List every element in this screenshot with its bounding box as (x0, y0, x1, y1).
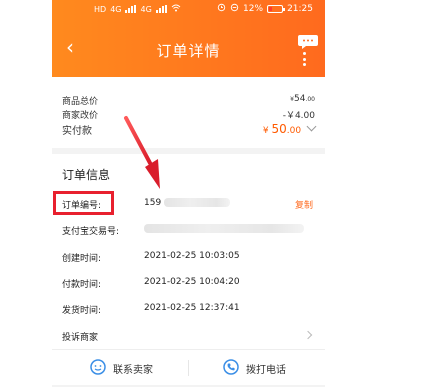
shipped-time-label: 发货时间: (62, 306, 102, 316)
contact-seller-button[interactable]: 联系卖家 (89, 358, 153, 379)
signal-2-icon (155, 5, 167, 13)
order-number-highlight (53, 191, 114, 215)
order-info-title: 订单信息 (62, 168, 111, 182)
complaint-row[interactable]: 投诉商家 (62, 330, 313, 344)
network-badge: HD (94, 4, 107, 14)
actual-paid-row[interactable]: 实付款 ¥ 50.00 (62, 121, 317, 138)
page-title: 订单详情 (156, 42, 221, 60)
complaint-label: 投诉商家 (62, 333, 99, 343)
adjusted-price-value: -￥4.00 (282, 111, 315, 121)
battery-icon (267, 5, 286, 13)
adjusted-price-label: 商家改价 (62, 111, 99, 121)
battery-percent: 12% (243, 4, 264, 14)
created-time-value: 2021-02-25 10:03:05 (144, 251, 240, 261)
price-summary-card: 商品总价 ¥54.00 商家改价 -￥4.00 实付款 ¥ 50.00 (52, 77, 325, 148)
paid-time-row: 付款时间: 2021-02-25 10:04:20 (62, 277, 313, 291)
total-price-value: ¥54.00 (290, 94, 315, 104)
alipay-row: 支付宝交易号: (62, 224, 313, 238)
redacted-order-number (164, 198, 231, 207)
action-divider (188, 360, 189, 376)
paid-time-value: 2021-02-25 10:04:20 (144, 277, 240, 287)
phone-screen: HD 4G 4G 12% 21:25 ‹ 订单详情 商品总价 ¥54.00 商家… (52, 0, 325, 387)
shipped-time-value: 2021-02-25 12:37:41 (144, 303, 240, 313)
wifi-icon (171, 4, 181, 14)
alipay-value (144, 224, 304, 234)
signal-1-label: 4G (110, 4, 122, 14)
status-bar: HD 4G 4G 12% 21:25 (52, 0, 325, 18)
status-right: 12% 21:25 (217, 3, 313, 15)
header-bar: HD 4G 4G 12% 21:25 ‹ 订单详情 (52, 0, 325, 77)
signal-2-label: 4G (140, 4, 152, 14)
status-left: HD 4G 4G (94, 4, 181, 14)
contact-seller-label: 联系卖家 (113, 365, 153, 376)
redacted-alipay-number (144, 224, 304, 233)
total-price-label: 商品总价 (62, 97, 99, 107)
call-phone-label: 拨打电话 (246, 365, 286, 376)
created-time-row: 创建时间: 2021-02-25 10:03:05 (62, 251, 313, 265)
alarm-icon (217, 3, 226, 15)
bottom-actions: 联系卖家 拨打电话 (52, 349, 325, 385)
call-phone-button[interactable]: 拨打电话 (222, 358, 286, 379)
actual-paid-label: 实付款 (62, 126, 92, 137)
status-time: 21:25 (287, 4, 313, 14)
copy-button[interactable]: 复制 (295, 198, 313, 211)
chevron-down-icon[interactable] (306, 121, 317, 132)
chevron-right-icon (303, 330, 313, 340)
dnd-icon (230, 3, 239, 15)
nav-bar: ‹ 订单详情 (52, 28, 325, 68)
phone-icon (222, 358, 240, 379)
created-time-label: 创建时间: (62, 254, 102, 264)
order-number-value: 159 (144, 198, 231, 208)
message-icon[interactable] (297, 33, 319, 51)
chat-smile-icon (89, 358, 107, 379)
actual-paid-value: ¥ 50.00 (263, 121, 317, 136)
more-icon[interactable] (303, 52, 307, 66)
signal-1-icon (125, 5, 137, 13)
alipay-label: 支付宝交易号: (62, 227, 120, 237)
shipped-time-row: 发货时间: 2021-02-25 12:37:41 (62, 303, 313, 317)
paid-time-label: 付款时间: (62, 280, 102, 290)
